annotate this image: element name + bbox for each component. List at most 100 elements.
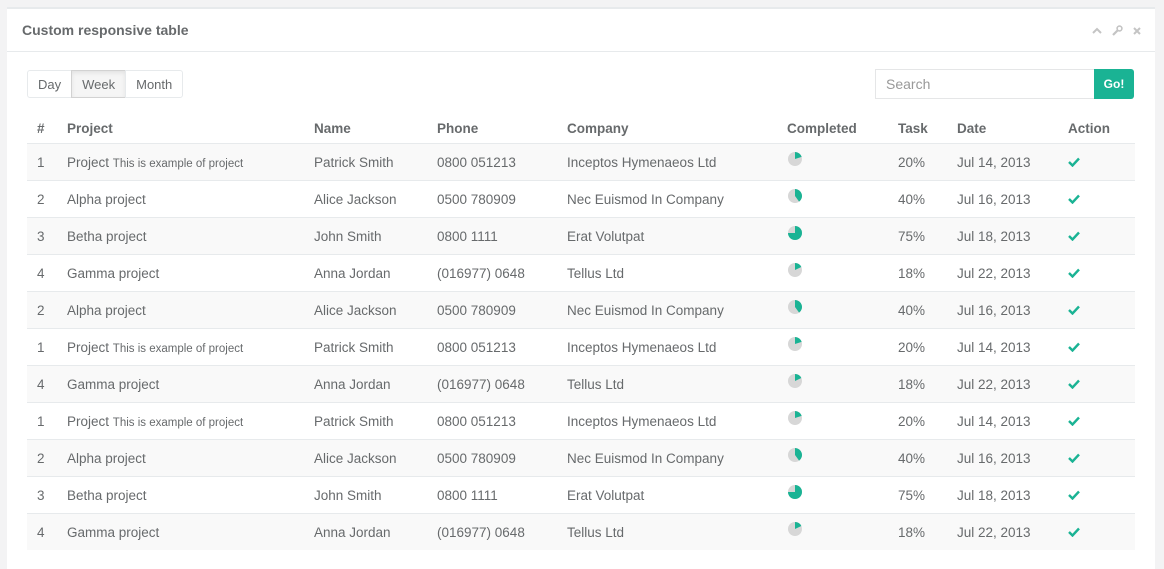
action-cell: [1058, 291, 1135, 329]
day-button[interactable]: Day: [27, 70, 73, 98]
completed-cell: [777, 217, 888, 255]
table-row[interactable]: 2 Alpha project Alice Jackson 0500 780909 N…: [27, 439, 1135, 477]
task-cell: 20%: [888, 328, 947, 366]
week-button[interactable]: Week: [71, 70, 127, 98]
table-row[interactable]: 1 Project This is example of project Patri…: [27, 143, 1135, 181]
check-icon[interactable]: [1068, 305, 1080, 315]
company-cell: Tellus Ltd: [557, 254, 777, 292]
name-cell: John Smith: [304, 217, 427, 255]
col-header-action[interactable]: Action: [1058, 113, 1135, 144]
table-panel: Custom responsive table Day Week Month G…: [7, 7, 1155, 569]
task-cell: 18%: [888, 254, 947, 292]
project-note: This is example of project: [112, 416, 244, 429]
project-note: This is example of project: [112, 342, 244, 355]
date-cell: Jul 16, 2013: [947, 291, 1058, 329]
company-cell: Erat Volutpat: [557, 217, 777, 255]
check-icon[interactable]: [1068, 194, 1080, 204]
project-name: Project: [67, 339, 110, 355]
col-header-completed[interactable]: Completed: [777, 113, 888, 144]
row-number: 4: [27, 254, 57, 292]
check-icon[interactable]: [1068, 527, 1080, 537]
name-cell: Anna Jordan: [304, 513, 427, 550]
date-cell: Jul 22, 2013: [947, 365, 1058, 403]
date-cell: Jul 14, 2013: [947, 402, 1058, 440]
company-cell: Nec Euismod In Company: [557, 439, 777, 477]
task-cell: 20%: [888, 402, 947, 440]
table-row[interactable]: 3 Betha project John Smith 0800 1111 Erat V…: [27, 217, 1135, 255]
table-row[interactable]: 1 Project This is example of project Patri…: [27, 402, 1135, 440]
table-row[interactable]: 2 Alpha project Alice Jackson 0500 780909 N…: [27, 180, 1135, 218]
check-icon[interactable]: [1068, 379, 1080, 389]
check-icon[interactable]: [1068, 490, 1080, 500]
completed-cell: [777, 254, 888, 292]
check-icon[interactable]: [1068, 268, 1080, 278]
action-cell: [1058, 365, 1135, 403]
col-header-name[interactable]: Name: [304, 113, 427, 144]
phone-cell: 0500 780909: [427, 439, 557, 477]
action-cell: [1058, 513, 1135, 550]
name-cell: Patrick Smith: [304, 143, 427, 181]
wrench-icon[interactable]: [1111, 25, 1123, 37]
check-icon[interactable]: [1068, 416, 1080, 426]
completed-cell: [777, 513, 888, 550]
company-cell: Nec Euismod In Company: [557, 180, 777, 218]
phone-cell: (016977) 0648: [427, 254, 557, 292]
row-number: 1: [27, 143, 57, 181]
row-number: 3: [27, 476, 57, 514]
chevron-up-icon[interactable]: [1091, 25, 1103, 37]
table-row[interactable]: 4 Gamma project Anna Jordan (016977) 0648 T…: [27, 254, 1135, 292]
date-cell: Jul 22, 2013: [947, 513, 1058, 550]
name-cell: Alice Jackson: [304, 180, 427, 218]
company-cell: Tellus Ltd: [557, 365, 777, 403]
completed-cell: [777, 328, 888, 366]
name-cell: Anna Jordan: [304, 365, 427, 403]
pie-chart-icon: [788, 411, 802, 426]
check-icon[interactable]: [1068, 157, 1080, 167]
completed-cell: [777, 143, 888, 181]
project-name: Gamma project: [67, 265, 160, 281]
close-icon[interactable]: [1131, 25, 1143, 37]
date-cell: Jul 22, 2013: [947, 254, 1058, 292]
go-button[interactable]: Go!: [1094, 69, 1134, 99]
date-cell: Jul 18, 2013: [947, 217, 1058, 255]
name-cell: Patrick Smith: [304, 402, 427, 440]
row-number: 1: [27, 328, 57, 366]
month-button[interactable]: Month: [125, 70, 184, 98]
col-header-project[interactable]: Project: [57, 113, 304, 144]
name-cell: John Smith: [304, 476, 427, 514]
check-icon[interactable]: [1068, 342, 1080, 352]
phone-cell: (016977) 0648: [427, 365, 557, 403]
col-header-number[interactable]: #: [27, 113, 57, 144]
table-row[interactable]: 1 Project This is example of project Patri…: [27, 328, 1135, 366]
task-cell: 75%: [888, 217, 947, 255]
table-header-row: # Project Name Phone Company Completed T…: [27, 113, 1135, 144]
table-row[interactable]: 4 Gamma project Anna Jordan (016977) 0648 T…: [27, 365, 1135, 403]
check-icon[interactable]: [1068, 453, 1080, 463]
completed-cell: [777, 365, 888, 403]
col-header-task[interactable]: Task: [888, 113, 947, 144]
project-cell: Betha project: [57, 476, 304, 514]
panel-title: Custom responsive table: [22, 22, 189, 38]
date-cell: Jul 18, 2013: [947, 476, 1058, 514]
col-header-company[interactable]: Company: [557, 113, 777, 144]
action-cell: [1058, 143, 1135, 181]
col-header-date[interactable]: Date: [947, 113, 1058, 144]
phone-cell: 0800 051213: [427, 328, 557, 366]
table-row[interactable]: 2 Alpha project Alice Jackson 0500 780909 N…: [27, 291, 1135, 329]
pie-chart-icon: [788, 448, 802, 463]
search-input[interactable]: [875, 69, 1094, 99]
project-cell: Betha project: [57, 217, 304, 255]
phone-cell: 0800 1111: [427, 476, 557, 514]
table-row[interactable]: 3 Betha project John Smith 0800 1111 Erat V…: [27, 476, 1135, 514]
check-icon[interactable]: [1068, 231, 1080, 241]
pie-chart-icon: [788, 374, 802, 389]
table-row[interactable]: 4 Gamma project Anna Jordan (016977) 0648 T…: [27, 513, 1135, 550]
completed-cell: [777, 439, 888, 477]
col-header-phone[interactable]: Phone: [427, 113, 557, 144]
project-name: Gamma project: [67, 524, 160, 540]
company-cell: Inceptos Hymenaeos Ltd: [557, 143, 777, 181]
task-cell: 18%: [888, 365, 947, 403]
project-cell: Project This is example of project: [57, 328, 304, 366]
action-cell: [1058, 476, 1135, 514]
completed-cell: [777, 476, 888, 514]
